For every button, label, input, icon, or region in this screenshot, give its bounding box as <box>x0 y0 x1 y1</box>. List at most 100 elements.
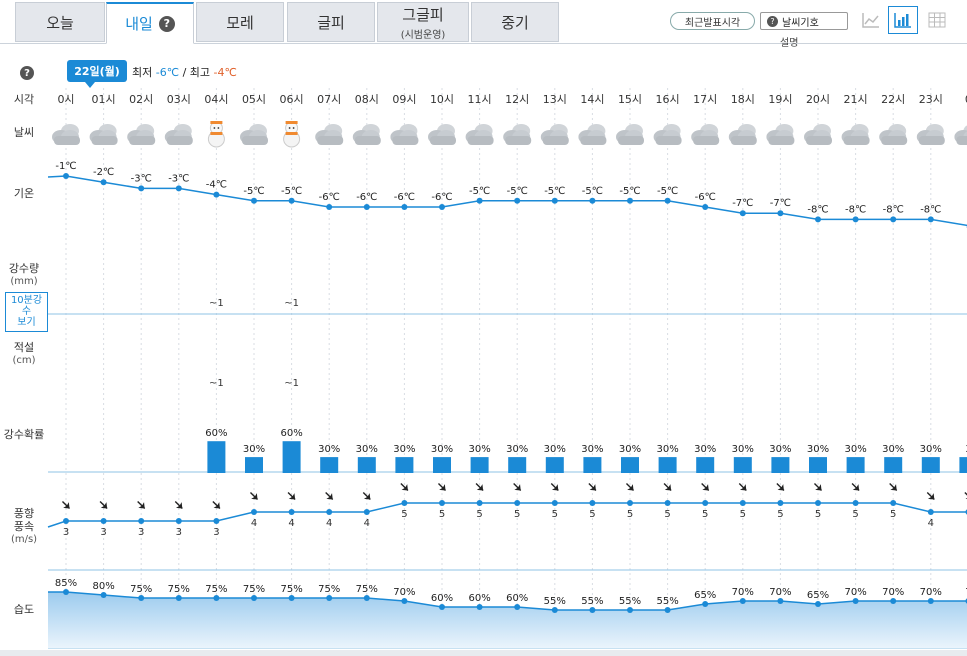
wind-speed-label: 5 <box>514 509 520 520</box>
temperature-point <box>401 204 408 210</box>
humidity-label: 55% <box>656 596 678 607</box>
hour-label: 15시 <box>618 93 642 106</box>
precip-prob-label: 30% <box>807 444 829 455</box>
wind-speed-label: 4 <box>326 518 332 529</box>
humidity-point <box>551 607 558 613</box>
humidity-point <box>476 604 483 610</box>
humidity-point <box>363 595 370 601</box>
humidity-point <box>439 604 445 610</box>
temperature-point <box>627 197 633 204</box>
humidity-point <box>852 598 859 604</box>
cloud-icon <box>616 124 644 145</box>
temperature-label: -5℃ <box>469 186 490 197</box>
wind-speed-point <box>514 500 521 506</box>
wind-speed-point <box>100 518 107 524</box>
wind-speed-point <box>739 500 746 506</box>
hour-label: 08시 <box>355 93 379 106</box>
hour-label: 06시 <box>280 93 304 106</box>
hour-label: 12시 <box>505 93 529 106</box>
humidity-label: 65% <box>694 590 716 601</box>
precip-prob-bar <box>357 457 376 473</box>
wind-arrow-icon <box>851 482 860 492</box>
temperature-point <box>100 179 107 186</box>
temperature-label: -6℃ <box>695 192 716 203</box>
wind-speed-label: 3 <box>63 527 69 538</box>
wind-speed-label: 5 <box>740 509 746 520</box>
hour-label: 13시 <box>543 93 567 106</box>
wind-speed-point <box>589 500 596 506</box>
cloud-icon <box>916 124 945 145</box>
wind-speed-point <box>213 518 220 524</box>
cloud-icon <box>540 124 569 145</box>
hour-label: 03시 <box>167 93 191 106</box>
precip-prob-bar <box>207 441 226 473</box>
wind-speed-point <box>815 500 821 506</box>
temperature-label: -2℃ <box>93 167 114 178</box>
precip-prob-bar <box>320 457 339 473</box>
precip-prob-bar <box>621 457 639 473</box>
cloud-icon <box>954 125 967 145</box>
rain-label: ~1 <box>284 298 299 309</box>
wind-speed-label: 5 <box>702 509 708 520</box>
temperature-point <box>514 197 521 204</box>
humidity-label: 65% <box>807 590 829 601</box>
wind-arrow-icon <box>663 482 672 492</box>
wind-arrow-icon <box>249 491 259 501</box>
humidity-label: 80% <box>92 581 114 592</box>
wind-speed-point <box>251 509 257 515</box>
humidity-point <box>815 601 821 607</box>
cloud-icon <box>315 124 344 145</box>
wind-arrow-icon <box>287 491 296 501</box>
hour-label: 20시 <box>806 93 830 106</box>
hour-label: 0시 <box>57 93 74 106</box>
wind-arrow-icon <box>325 491 334 501</box>
cloud-icon <box>691 124 720 145</box>
help-icon[interactable]: ? <box>158 15 175 32</box>
cloud-icon <box>127 124 156 145</box>
temperature-label: -7℃ <box>732 198 753 209</box>
hour-label: 23시 <box>919 93 943 106</box>
tab-label: 내일 <box>125 15 153 33</box>
temperature-point <box>739 210 746 217</box>
humidity-point <box>514 604 521 610</box>
temperature-label: -5℃ <box>507 186 528 197</box>
wind-speed-label: 5 <box>589 509 595 520</box>
wind-arrow-icon <box>513 482 522 492</box>
wind-arrow-icon <box>776 482 785 492</box>
hour-label: 19시 <box>768 93 792 106</box>
humidity-label: 70% <box>732 587 754 598</box>
humidity-point <box>777 598 784 604</box>
precip-prob-bar <box>658 457 677 473</box>
wind-speed-point <box>627 500 633 506</box>
precip-prob-label: 30% <box>544 444 566 455</box>
humidity-point <box>627 607 633 613</box>
tab-tomorrow[interactable]: 내일 ? <box>106 2 194 44</box>
temperature-label: -5℃ <box>243 186 264 197</box>
precip-prob-bar <box>508 457 527 473</box>
temperature-point <box>251 197 257 204</box>
wind-speed-label: 5 <box>852 509 858 520</box>
wind-arrow-icon <box>926 491 935 501</box>
wind-speed-point <box>175 518 182 524</box>
hour-label: 16시 <box>656 93 680 106</box>
wind-arrow-icon <box>437 482 447 492</box>
wind-speed-label: 5 <box>627 509 633 520</box>
precip-prob-bar <box>696 457 715 473</box>
wind-speed-label: 4 <box>288 518 294 529</box>
hour-label: 01시 <box>92 93 116 106</box>
humidity-label: 60% <box>506 593 528 604</box>
temperature-point <box>288 197 295 204</box>
precip-prob-label: 30% <box>356 444 378 455</box>
temperature-label: -6℃ <box>356 192 377 203</box>
wind-speed-point <box>852 500 859 506</box>
wind-speed-point <box>401 500 408 506</box>
wind-speed-label: 5 <box>439 509 445 520</box>
temperature-label: -1℃ <box>55 161 76 172</box>
wind-arrow-icon <box>701 482 710 492</box>
horizontal-scrollbar[interactable] <box>0 650 967 656</box>
wind-speed-label: 5 <box>777 509 783 520</box>
humidity-label: 70% <box>920 587 942 598</box>
humidity-point <box>927 598 934 604</box>
wind-speed-label: 5 <box>476 509 482 520</box>
humidity-label: 60% <box>431 593 453 604</box>
